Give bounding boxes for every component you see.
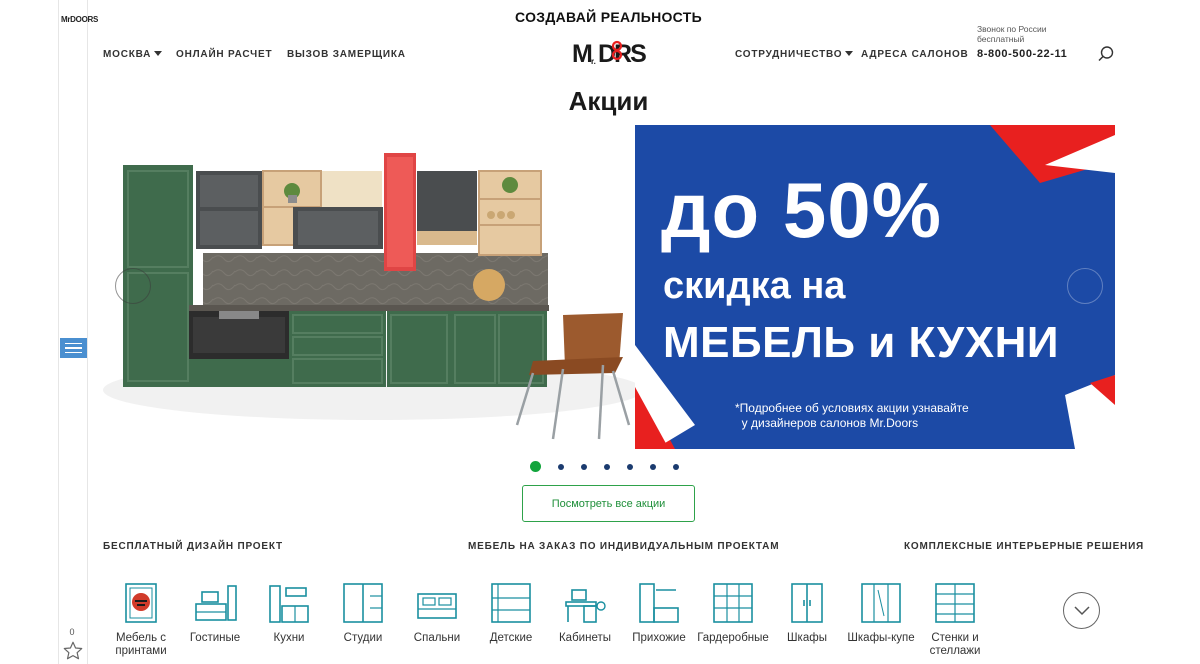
svg-text:r.: r. bbox=[591, 57, 596, 66]
category-hallway[interactable]: Прихожие bbox=[621, 580, 697, 645]
categories-next-button[interactable] bbox=[1063, 592, 1100, 629]
category-label: Стенки и стеллажи bbox=[929, 632, 981, 657]
category-label: Студии bbox=[343, 632, 383, 644]
printed-furniture-icon bbox=[125, 583, 157, 623]
chevron-down-icon bbox=[1073, 605, 1090, 615]
promo-footnote: *Подробнее об условиях акции узнавайте у… bbox=[735, 401, 969, 430]
phone-caption: Звонок по России бесплатный bbox=[977, 24, 1047, 44]
promo-banner[interactable]: до 50% скидка на МЕБЕЛЬ и КУХНИ *Подробн… bbox=[103, 125, 1115, 449]
category-wardrobe[interactable]: Шкафы bbox=[769, 580, 845, 645]
bedroom-icon bbox=[417, 593, 457, 619]
mrdoors-logo[interactable]: M r. DRS bbox=[571, 35, 647, 71]
category-label: Кабинеты bbox=[558, 632, 611, 644]
slider-next-button[interactable] bbox=[1067, 268, 1103, 304]
promo-subline-1: скидка на bbox=[663, 265, 846, 307]
office-icon bbox=[565, 589, 606, 623]
section-interior-solutions[interactable]: КОМПЛЕКСНЫЕ ИНТЕРЬЕРНЫЕ РЕШЕНИЯ bbox=[904, 541, 1144, 552]
hamburger-menu-icon[interactable] bbox=[60, 338, 87, 358]
wardrobe-icon bbox=[791, 583, 823, 623]
slider-dot-1[interactable] bbox=[530, 461, 541, 472]
section-custom-furniture[interactable]: МЕБЕЛЬ НА ЗАКАЗ ПО ИНДИВИДУАЛЬНЫМ ПРОЕКТ… bbox=[468, 541, 779, 552]
shelving-icon bbox=[935, 583, 975, 623]
category-label: Детские bbox=[489, 632, 533, 644]
category-kids-room[interactable]: Детские bbox=[473, 580, 549, 645]
category-walk-in-closet[interactable]: Гардеробные bbox=[695, 580, 771, 645]
category-label: Прихожие bbox=[632, 632, 686, 644]
svg-text:DRS: DRS bbox=[598, 40, 646, 68]
category-strip: Мебель с принтами Гостиные Кухни Студии … bbox=[103, 580, 1063, 664]
slider-dot-3[interactable] bbox=[581, 463, 587, 470]
promo-headline: до 50% bbox=[661, 166, 942, 254]
section-free-design[interactable]: БЕСПЛАТНЫЙ ДИЗАЙН ПРОЕКТ bbox=[103, 541, 283, 552]
hallway-icon bbox=[639, 583, 679, 623]
category-studio[interactable]: Студии bbox=[325, 580, 401, 645]
nav-online-calc[interactable]: ОНЛАЙН РАСЧЕТ bbox=[176, 49, 272, 60]
star-icon[interactable] bbox=[62, 640, 84, 662]
category-office[interactable]: Кабинеты bbox=[547, 580, 623, 645]
walk-in-closet-icon bbox=[713, 583, 753, 623]
category-sliding-wardrobe[interactable]: Шкафы-купе bbox=[843, 580, 919, 645]
living-room-icon bbox=[195, 585, 237, 621]
studio-icon bbox=[343, 583, 383, 623]
slider-prev-button[interactable] bbox=[115, 268, 151, 304]
nav-city[interactable]: МОСКВА bbox=[103, 49, 163, 60]
slider-dot-6[interactable] bbox=[650, 463, 656, 470]
nav-measurer-call[interactable]: ВЫЗОВ ЗАМЕРЩИКА bbox=[287, 49, 406, 60]
promo-subline-2: МЕБЕЛЬ и КУХНИ bbox=[663, 318, 1060, 367]
view-all-promos-button[interactable]: Посмотреть все акции bbox=[522, 485, 695, 522]
category-kitchen[interactable]: Кухни bbox=[251, 580, 327, 645]
caret-down-icon bbox=[154, 51, 163, 56]
sliding-wardrobe-icon bbox=[861, 583, 901, 623]
slogan: СОЗДАВАЙ РЕАЛЬНОСТЬ bbox=[515, 9, 702, 25]
category-label: Шкафы-купе bbox=[847, 632, 915, 644]
category-label: Спальни bbox=[413, 632, 461, 644]
category-label: Шкафы bbox=[787, 632, 827, 644]
nav-salon-addresses[interactable]: АДРЕСА САЛОНОВ bbox=[861, 49, 969, 60]
search-icon[interactable] bbox=[1097, 45, 1115, 63]
slider-dot-7[interactable] bbox=[673, 463, 679, 470]
category-shelving[interactable]: Стенки и стеллажи bbox=[917, 580, 993, 658]
kitchen-image bbox=[103, 125, 635, 449]
category-printed-furniture[interactable]: Мебель с принтами bbox=[103, 580, 179, 658]
slider-dots bbox=[530, 461, 679, 472]
slider-dot-2[interactable] bbox=[558, 463, 564, 470]
kitchen-icon bbox=[269, 585, 309, 623]
category-living-room[interactable]: Гостиные bbox=[177, 580, 253, 645]
phone-number[interactable]: 8-800-500-22-11 bbox=[977, 48, 1067, 60]
category-label: Кухни bbox=[273, 632, 305, 644]
slider-dot-4[interactable] bbox=[604, 463, 610, 470]
svg-text:M: M bbox=[572, 40, 592, 68]
category-label: Гардеробные bbox=[697, 632, 769, 644]
category-label: Мебель с принтами bbox=[115, 632, 167, 657]
promo-panel: до 50% скидка на МЕБЕЛЬ и КУХНИ *Подробн… bbox=[635, 125, 1115, 449]
slider-dot-5[interactable] bbox=[627, 463, 633, 470]
category-bedroom[interactable]: Спальни bbox=[399, 580, 475, 645]
page-title: Акции bbox=[568, 86, 649, 116]
caret-down-icon bbox=[845, 51, 854, 56]
category-label: Гостиные bbox=[189, 632, 241, 644]
nav-cooperation[interactable]: СОТРУДНИЧЕСТВО bbox=[735, 49, 854, 60]
favorites-count: 0 bbox=[69, 627, 75, 637]
kids-room-icon bbox=[491, 583, 531, 623]
